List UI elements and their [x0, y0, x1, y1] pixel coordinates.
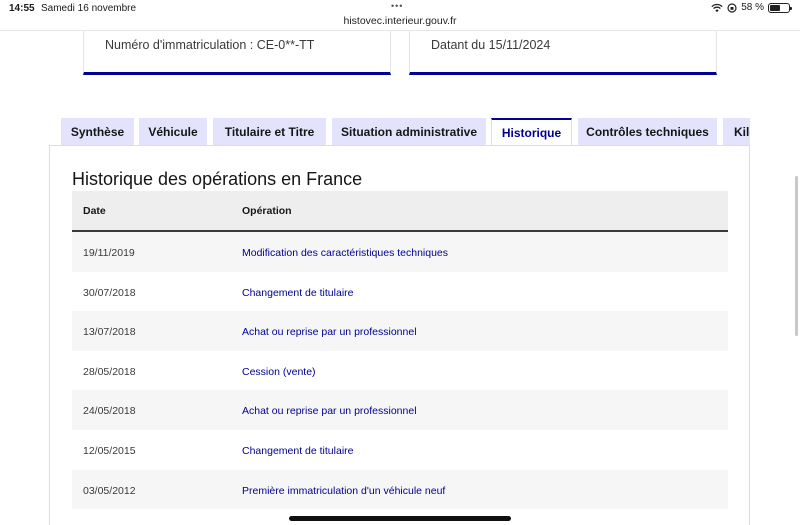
tab-synthese[interactable]: Synthèse [61, 118, 134, 146]
report-date: Datant du 15/11/2024 [431, 38, 551, 52]
row-operation-link[interactable]: Changement de titulaire [242, 445, 354, 457]
tab-vehicule[interactable]: Véhicule [139, 118, 207, 146]
row-date: 30/07/2018 [83, 286, 136, 299]
wifi-icon [711, 3, 723, 12]
registration-number: Numéro d'immatriculation : CE-0**-TT [105, 38, 315, 52]
tab-bar: Synthèse Véhicule Titulaire et Titre Sit… [61, 118, 750, 146]
table-row: 12/05/2015 Changement de titulaire [72, 429, 728, 470]
row-operation-link[interactable]: Première immatriculation d'un véhicule n… [242, 485, 445, 497]
status-indicators: 58 % [711, 2, 792, 13]
registration-card: Numéro d'immatriculation : CE-0**-TT [83, 31, 391, 75]
status-date: Samedi 16 novembre [41, 3, 137, 14]
status-time: 14:55 [9, 3, 35, 14]
tab-situation-administrative[interactable]: Situation administrative [332, 118, 486, 146]
home-indicator[interactable] [289, 516, 511, 521]
row-date: 12/05/2015 [83, 444, 136, 457]
report-date-card: Datant du 15/11/2024 [409, 31, 717, 75]
column-header-date: Date [83, 205, 106, 217]
row-date: 28/05/2018 [83, 365, 136, 378]
section-title: Historique des opérations en France [72, 169, 363, 189]
table-header: Date Opération [72, 191, 728, 232]
row-date: 19/11/2019 [83, 247, 135, 259]
tab-titulaire-titre[interactable]: Titulaire et Titre [213, 118, 326, 146]
tab-controles-techniques[interactable]: Contrôles techniques [578, 118, 717, 146]
table-row: 03/05/2012 Première immatriculation d'un… [72, 469, 728, 510]
scrollbar[interactable] [795, 176, 798, 336]
column-header-operation: Opération [242, 205, 292, 217]
status-bar: 14:55 Samedi 16 novembre ••• 58 % [0, 0, 800, 16]
table-row: 28/05/2018 Cession (vente) [72, 350, 728, 391]
multitasking-dots-icon[interactable]: ••• [391, 1, 403, 11]
tab-historique[interactable]: Historique [491, 118, 572, 146]
row-operation-link[interactable]: Changement de titulaire [242, 287, 354, 299]
history-table: Date Opération 19/11/2019 Modification d… [72, 191, 728, 510]
row-operation-link[interactable]: Achat ou reprise par un professionnel [242, 326, 417, 338]
row-operation-link[interactable]: Achat ou reprise par un professionnel [242, 405, 417, 417]
table-row: 24/05/2018 Achat ou reprise par un profe… [72, 390, 728, 430]
table-row: 13/07/2018 Achat ou reprise par un profe… [72, 311, 728, 351]
orientation-lock-icon [727, 2, 737, 13]
row-operation-link[interactable]: Modification des caractéristiques techni… [242, 247, 448, 259]
battery-icon [768, 2, 792, 13]
table-row: 30/07/2018 Changement de titulaire [72, 271, 728, 312]
row-date: 24/05/2018 [83, 405, 136, 418]
battery-percentage: 58 % [741, 2, 764, 13]
row-operation-link[interactable]: Cession (vente) [242, 366, 316, 378]
address-bar[interactable]: histovec.interieur.gouv.fr [0, 15, 800, 27]
tab-kilometrage[interactable]: Kilométrage [723, 118, 750, 146]
row-date: 03/05/2012 [83, 484, 136, 497]
table-row: 19/11/2019 Modification des caractéristi… [72, 232, 728, 272]
row-date: 13/07/2018 [83, 326, 136, 339]
